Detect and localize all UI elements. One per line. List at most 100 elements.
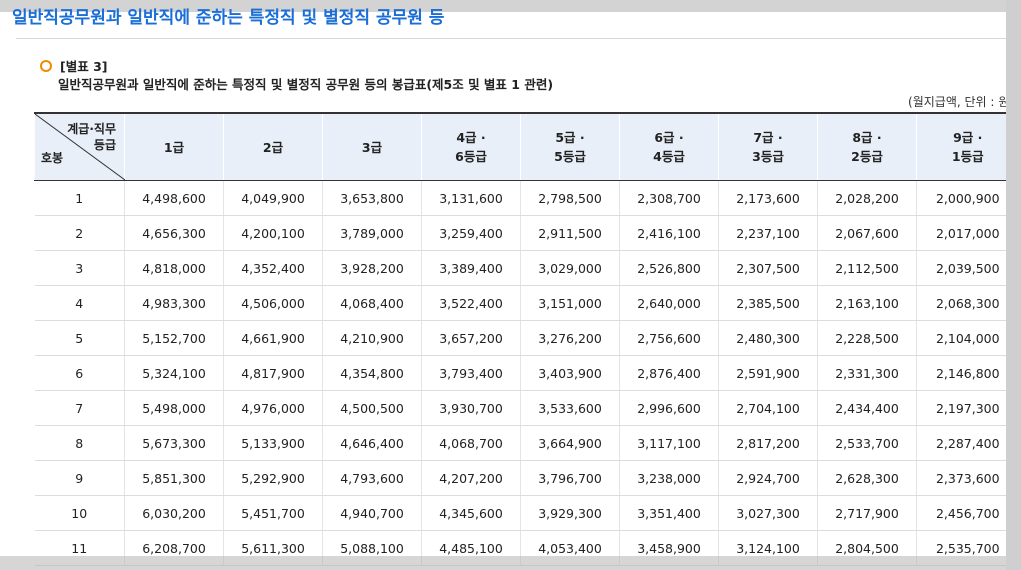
salary-cell: 2,146,800 [916,355,1006,391]
salary-cell: 3,131,600 [421,180,521,216]
salary-cell: 2,067,600 [817,215,917,251]
salary-cell: 5,324,100 [124,355,224,391]
salary-cell: 3,653,800 [322,180,422,216]
salary-cell: 2,308,700 [619,180,719,216]
step-cell: 9 [34,460,125,496]
salary-cell: 2,039,500 [916,250,1006,286]
salary-cell: 2,996,600 [619,390,719,426]
salary-cell: 4,500,500 [322,390,422,426]
corner-top-label: 계급·직무 등급 [67,122,116,152]
circle-bullet-icon [40,59,52,72]
salary-cell: 3,664,900 [520,425,620,461]
salary-cell: 4,200,100 [223,215,323,251]
step-cell: 8 [34,425,125,461]
table-caption: 일반직공무원과 일반직에 준하는 특정직 및 별정직 공무원 등의 봉급표(제5… [58,77,554,92]
bottom-shade [0,556,1006,570]
table-row: 4 4,983,300 4,506,000 4,068,400 3,522,400 3,1… [34,285,1006,321]
table-row: 5 5,152,700 4,661,900 4,210,900 3,657,200 3,2… [34,320,1006,356]
salary-cell: 4,345,600 [421,495,521,531]
page-title: 일반직공무원과 일반직에 준하는 특정직 및 별정직 공무원 등 [12,8,445,28]
unit-note: (월지급액, 단위 : 원) [908,95,1006,109]
salary-cell: 2,104,000 [916,320,1006,356]
salary-cell: 2,717,900 [817,495,917,531]
salary-cell: 4,646,400 [322,425,422,461]
salary-cell: 3,522,400 [421,285,521,321]
salary-cell: 2,163,100 [817,285,917,321]
salary-cell: 3,533,600 [520,390,620,426]
salary-cell: 4,068,700 [421,425,521,461]
salary-cell: 2,112,500 [817,250,917,286]
salary-cell: 3,276,200 [520,320,620,356]
step-cell: 7 [34,390,125,426]
pay-table: 계급·직무 등급 호봉 1급 2급 3급 4급 · 6등급 5급 · 5등급 6급 · 4등급 7… [34,112,1006,566]
table-body: 1 4,498,600 4,049,900 3,653,800 3,131,600 2,7… [34,180,1006,566]
salary-cell: 5,152,700 [124,320,224,356]
salary-cell: 3,789,000 [322,215,422,251]
grade-header-9: 9급 · 1등급 [916,113,1006,181]
salary-cell: 2,756,600 [619,320,719,356]
salary-cell: 2,526,800 [619,250,719,286]
scrollbar-track[interactable] [1006,0,1021,570]
table-row: 6 5,324,100 4,817,900 4,354,800 3,793,400 3,4… [34,355,1006,391]
salary-cell: 2,817,200 [718,425,818,461]
table-row: 3 4,818,000 4,352,400 3,928,200 3,389,400 3,0… [34,250,1006,286]
grade-header-1: 1급 [124,113,224,181]
salary-cell: 2,197,300 [916,390,1006,426]
salary-cell: 3,928,200 [322,250,422,286]
salary-cell: 2,434,400 [817,390,917,426]
step-cell: 6 [34,355,125,391]
step-cell: 2 [34,215,125,251]
step-cell: 1 [34,180,125,216]
salary-cell: 2,480,300 [718,320,818,356]
salary-cell: 2,456,700 [916,495,1006,531]
salary-cell: 4,818,000 [124,250,224,286]
salary-cell: 4,983,300 [124,285,224,321]
salary-cell: 3,793,400 [421,355,521,391]
salary-cell: 2,373,600 [916,460,1006,496]
salary-cell: 2,307,500 [718,250,818,286]
salary-cell: 5,133,900 [223,425,323,461]
section-label: [별표 3] [60,59,108,74]
salary-cell: 2,068,300 [916,285,1006,321]
step-cell: 3 [34,250,125,286]
step-cell: 10 [34,495,125,531]
salary-cell: 2,533,700 [817,425,917,461]
table-row: 9 5,851,300 5,292,900 4,793,600 4,207,200 3,7… [34,460,1006,496]
salary-cell: 4,352,400 [223,250,323,286]
table-row: 8 5,673,300 5,133,900 4,646,400 4,068,700 3,6… [34,425,1006,461]
salary-cell: 2,591,900 [718,355,818,391]
salary-cell: 3,151,000 [520,285,620,321]
salary-cell: 3,929,300 [520,495,620,531]
salary-cell: 4,793,600 [322,460,422,496]
salary-cell: 2,876,400 [619,355,719,391]
grade-header-6: 6급 · 4등급 [619,113,719,181]
salary-cell: 2,628,300 [817,460,917,496]
grade-header-3: 3급 [322,113,422,181]
salary-cell: 4,656,300 [124,215,224,251]
salary-cell: 3,796,700 [520,460,620,496]
salary-cell: 3,029,000 [520,250,620,286]
salary-cell: 2,416,100 [619,215,719,251]
salary-cell: 5,292,900 [223,460,323,496]
salary-cell: 2,173,600 [718,180,818,216]
salary-cell: 4,049,900 [223,180,323,216]
salary-cell: 2,028,200 [817,180,917,216]
salary-cell: 2,924,700 [718,460,818,496]
salary-cell: 2,331,300 [817,355,917,391]
step-cell: 5 [34,320,125,356]
document-page: 일반직공무원과 일반직에 준하는 특정직 및 별정직 공무원 등 [별표 3] … [0,0,1006,570]
salary-cell: 2,798,500 [520,180,620,216]
salary-cell: 5,498,000 [124,390,224,426]
grade-header-5: 5급 · 5등급 [520,113,620,181]
salary-cell: 2,704,100 [718,390,818,426]
salary-cell: 4,817,900 [223,355,323,391]
table-row: 2 4,656,300 4,200,100 3,789,000 3,259,400 2,9… [34,215,1006,251]
salary-cell: 4,976,000 [223,390,323,426]
step-cell: 4 [34,285,125,321]
salary-cell: 3,403,900 [520,355,620,391]
salary-cell: 6,030,200 [124,495,224,531]
corner-bottom-label: 호봉 [41,151,64,165]
table-row: 7 5,498,000 4,976,000 4,500,500 3,930,700 3,5… [34,390,1006,426]
salary-cell: 2,385,500 [718,285,818,321]
salary-cell: 4,506,000 [223,285,323,321]
